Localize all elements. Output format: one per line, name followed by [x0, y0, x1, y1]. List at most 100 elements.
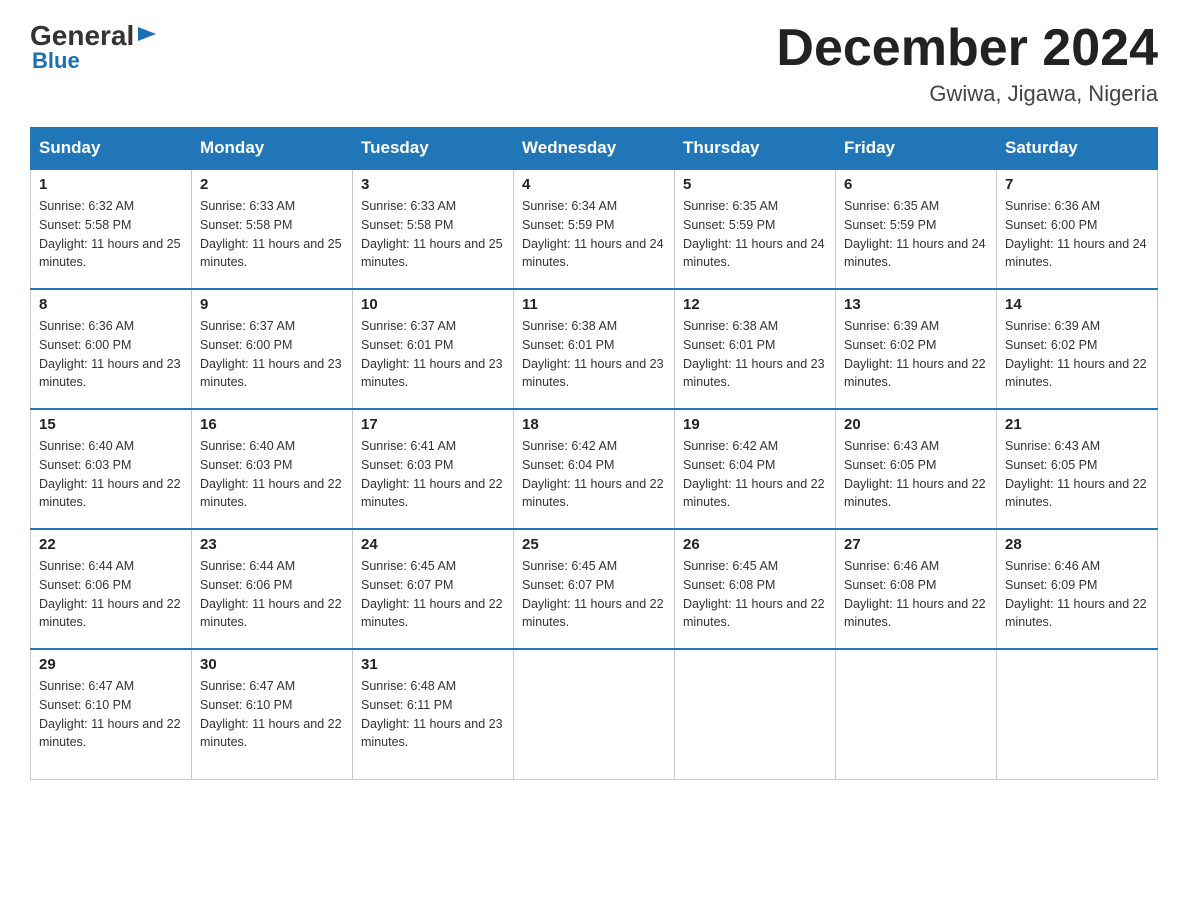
day-info: Sunrise: 6:46 AM Sunset: 6:08 PM Dayligh… — [844, 557, 988, 632]
calendar-day-cell: 20 Sunrise: 6:43 AM Sunset: 6:05 PM Dayl… — [836, 409, 997, 529]
day-info: Sunrise: 6:42 AM Sunset: 6:04 PM Dayligh… — [683, 437, 827, 512]
day-info: Sunrise: 6:44 AM Sunset: 6:06 PM Dayligh… — [39, 557, 183, 632]
day-number: 21 — [1005, 416, 1149, 433]
day-number: 15 — [39, 416, 183, 433]
weekday-header-monday: Monday — [192, 128, 353, 170]
day-info: Sunrise: 6:32 AM Sunset: 5:58 PM Dayligh… — [39, 197, 183, 272]
day-info: Sunrise: 6:40 AM Sunset: 6:03 PM Dayligh… — [39, 437, 183, 512]
calendar-day-cell: 18 Sunrise: 6:42 AM Sunset: 6:04 PM Dayl… — [514, 409, 675, 529]
calendar-day-cell: 21 Sunrise: 6:43 AM Sunset: 6:05 PM Dayl… — [997, 409, 1158, 529]
day-info: Sunrise: 6:35 AM Sunset: 5:59 PM Dayligh… — [844, 197, 988, 272]
day-number: 30 — [200, 656, 344, 673]
day-info: Sunrise: 6:37 AM Sunset: 6:01 PM Dayligh… — [361, 317, 505, 392]
calendar-day-cell: 3 Sunrise: 6:33 AM Sunset: 5:58 PM Dayli… — [353, 169, 514, 289]
calendar-day-cell: 10 Sunrise: 6:37 AM Sunset: 6:01 PM Dayl… — [353, 289, 514, 409]
day-number: 25 — [522, 536, 666, 553]
calendar-day-cell: 31 Sunrise: 6:48 AM Sunset: 6:11 PM Dayl… — [353, 649, 514, 779]
calendar-day-cell: 19 Sunrise: 6:42 AM Sunset: 6:04 PM Dayl… — [675, 409, 836, 529]
day-number: 20 — [844, 416, 988, 433]
calendar-day-cell: 25 Sunrise: 6:45 AM Sunset: 6:07 PM Dayl… — [514, 529, 675, 649]
day-info: Sunrise: 6:39 AM Sunset: 6:02 PM Dayligh… — [1005, 317, 1149, 392]
day-info: Sunrise: 6:47 AM Sunset: 6:10 PM Dayligh… — [200, 677, 344, 752]
day-info: Sunrise: 6:36 AM Sunset: 6:00 PM Dayligh… — [39, 317, 183, 392]
day-number: 31 — [361, 656, 505, 673]
day-info: Sunrise: 6:44 AM Sunset: 6:06 PM Dayligh… — [200, 557, 344, 632]
day-number: 2 — [200, 176, 344, 193]
day-number: 17 — [361, 416, 505, 433]
day-info: Sunrise: 6:45 AM Sunset: 6:07 PM Dayligh… — [522, 557, 666, 632]
calendar-week-row: 8 Sunrise: 6:36 AM Sunset: 6:00 PM Dayli… — [31, 289, 1158, 409]
day-number: 8 — [39, 296, 183, 313]
day-info: Sunrise: 6:39 AM Sunset: 6:02 PM Dayligh… — [844, 317, 988, 392]
calendar-day-cell: 9 Sunrise: 6:37 AM Sunset: 6:00 PM Dayli… — [192, 289, 353, 409]
day-info: Sunrise: 6:33 AM Sunset: 5:58 PM Dayligh… — [361, 197, 505, 272]
calendar-day-cell: 1 Sunrise: 6:32 AM Sunset: 5:58 PM Dayli… — [31, 169, 192, 289]
day-info: Sunrise: 6:40 AM Sunset: 6:03 PM Dayligh… — [200, 437, 344, 512]
weekday-header-saturday: Saturday — [997, 128, 1158, 170]
day-info: Sunrise: 6:43 AM Sunset: 6:05 PM Dayligh… — [1005, 437, 1149, 512]
day-info: Sunrise: 6:47 AM Sunset: 6:10 PM Dayligh… — [39, 677, 183, 752]
day-number: 27 — [844, 536, 988, 553]
calendar-day-cell: 13 Sunrise: 6:39 AM Sunset: 6:02 PM Dayl… — [836, 289, 997, 409]
calendar-day-cell: 6 Sunrise: 6:35 AM Sunset: 5:59 PM Dayli… — [836, 169, 997, 289]
calendar-day-cell: 28 Sunrise: 6:46 AM Sunset: 6:09 PM Dayl… — [997, 529, 1158, 649]
day-number: 24 — [361, 536, 505, 553]
day-info: Sunrise: 6:45 AM Sunset: 6:07 PM Dayligh… — [361, 557, 505, 632]
weekday-header-wednesday: Wednesday — [514, 128, 675, 170]
weekday-header-sunday: Sunday — [31, 128, 192, 170]
calendar-day-cell: 23 Sunrise: 6:44 AM Sunset: 6:06 PM Dayl… — [192, 529, 353, 649]
calendar-day-cell: 16 Sunrise: 6:40 AM Sunset: 6:03 PM Dayl… — [192, 409, 353, 529]
calendar-day-cell: 8 Sunrise: 6:36 AM Sunset: 6:00 PM Dayli… — [31, 289, 192, 409]
day-number: 3 — [361, 176, 505, 193]
day-number: 26 — [683, 536, 827, 553]
day-info: Sunrise: 6:48 AM Sunset: 6:11 PM Dayligh… — [361, 677, 505, 752]
day-number: 6 — [844, 176, 988, 193]
day-number: 13 — [844, 296, 988, 313]
calendar-day-cell — [675, 649, 836, 779]
calendar-week-row: 1 Sunrise: 6:32 AM Sunset: 5:58 PM Dayli… — [31, 169, 1158, 289]
day-info: Sunrise: 6:33 AM Sunset: 5:58 PM Dayligh… — [200, 197, 344, 272]
day-info: Sunrise: 6:42 AM Sunset: 6:04 PM Dayligh… — [522, 437, 666, 512]
calendar-week-row: 22 Sunrise: 6:44 AM Sunset: 6:06 PM Dayl… — [31, 529, 1158, 649]
calendar-day-cell: 11 Sunrise: 6:38 AM Sunset: 6:01 PM Dayl… — [514, 289, 675, 409]
logo: General Blue — [30, 20, 158, 74]
weekday-header-friday: Friday — [836, 128, 997, 170]
calendar-week-row: 15 Sunrise: 6:40 AM Sunset: 6:03 PM Dayl… — [31, 409, 1158, 529]
calendar-day-cell — [997, 649, 1158, 779]
logo-triangle-icon — [136, 23, 158, 45]
day-info: Sunrise: 6:37 AM Sunset: 6:00 PM Dayligh… — [200, 317, 344, 392]
weekday-header-tuesday: Tuesday — [353, 128, 514, 170]
day-info: Sunrise: 6:38 AM Sunset: 6:01 PM Dayligh… — [522, 317, 666, 392]
title-block: December 2024 Gwiwa, Jigawa, Nigeria — [776, 20, 1158, 107]
calendar-day-cell: 27 Sunrise: 6:46 AM Sunset: 6:08 PM Dayl… — [836, 529, 997, 649]
calendar-day-cell — [836, 649, 997, 779]
calendar-week-row: 29 Sunrise: 6:47 AM Sunset: 6:10 PM Dayl… — [31, 649, 1158, 779]
day-info: Sunrise: 6:46 AM Sunset: 6:09 PM Dayligh… — [1005, 557, 1149, 632]
calendar-day-cell: 29 Sunrise: 6:47 AM Sunset: 6:10 PM Dayl… — [31, 649, 192, 779]
day-info: Sunrise: 6:38 AM Sunset: 6:01 PM Dayligh… — [683, 317, 827, 392]
location-title: Gwiwa, Jigawa, Nigeria — [776, 81, 1158, 107]
calendar-day-cell: 12 Sunrise: 6:38 AM Sunset: 6:01 PM Dayl… — [675, 289, 836, 409]
day-number: 29 — [39, 656, 183, 673]
day-info: Sunrise: 6:45 AM Sunset: 6:08 PM Dayligh… — [683, 557, 827, 632]
day-number: 22 — [39, 536, 183, 553]
day-number: 9 — [200, 296, 344, 313]
calendar-day-cell: 14 Sunrise: 6:39 AM Sunset: 6:02 PM Dayl… — [997, 289, 1158, 409]
day-info: Sunrise: 6:43 AM Sunset: 6:05 PM Dayligh… — [844, 437, 988, 512]
day-number: 14 — [1005, 296, 1149, 313]
calendar-day-cell — [514, 649, 675, 779]
calendar-day-cell: 7 Sunrise: 6:36 AM Sunset: 6:00 PM Dayli… — [997, 169, 1158, 289]
day-number: 10 — [361, 296, 505, 313]
page-header: General Blue December 2024 Gwiwa, Jigawa… — [30, 20, 1158, 107]
day-number: 18 — [522, 416, 666, 433]
day-number: 7 — [1005, 176, 1149, 193]
month-title: December 2024 — [776, 20, 1158, 77]
day-info: Sunrise: 6:34 AM Sunset: 5:59 PM Dayligh… — [522, 197, 666, 272]
calendar-day-cell: 15 Sunrise: 6:40 AM Sunset: 6:03 PM Dayl… — [31, 409, 192, 529]
calendar-day-cell: 2 Sunrise: 6:33 AM Sunset: 5:58 PM Dayli… — [192, 169, 353, 289]
calendar-day-cell: 30 Sunrise: 6:47 AM Sunset: 6:10 PM Dayl… — [192, 649, 353, 779]
day-info: Sunrise: 6:36 AM Sunset: 6:00 PM Dayligh… — [1005, 197, 1149, 272]
calendar-day-cell: 4 Sunrise: 6:34 AM Sunset: 5:59 PM Dayli… — [514, 169, 675, 289]
day-number: 19 — [683, 416, 827, 433]
day-info: Sunrise: 6:35 AM Sunset: 5:59 PM Dayligh… — [683, 197, 827, 272]
